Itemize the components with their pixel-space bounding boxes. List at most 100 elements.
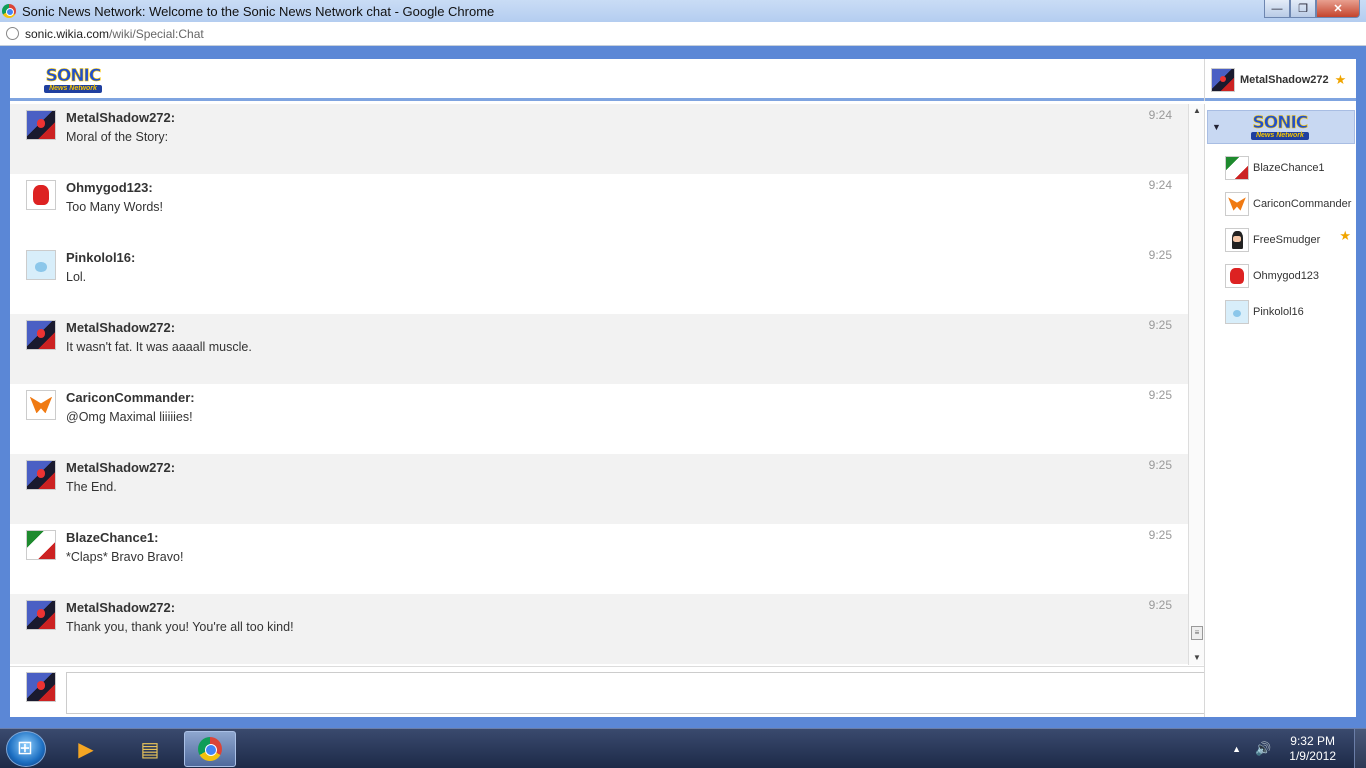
user-list-sidebar: ▼ SONIC News Network BlazeChance1 Carico… (1204, 104, 1356, 717)
sonic-news-network-logo[interactable]: SONIC News Network (44, 67, 102, 93)
room-header[interactable]: ▼ SONIC News Network (1207, 110, 1355, 144)
star-icon: ★ (1339, 228, 1351, 243)
avatar[interactable] (26, 530, 56, 560)
message-username[interactable]: MetalShadow272: (66, 320, 252, 336)
chat-message: MetalShadow272: The End. 9:25 (10, 454, 1188, 524)
chat-message: CariconCommander: @Omg Maximal liiiiies!… (10, 384, 1188, 454)
message-username[interactable]: BlazeChance1: (66, 530, 183, 546)
system-tray: ▲ 🔊 9:32 PM 1/9/2012 (1232, 729, 1366, 768)
avatar[interactable] (26, 600, 56, 630)
avatar (26, 672, 56, 702)
window-title-bar: Sonic News Network: Welcome to the Sonic… (0, 0, 1366, 22)
message-text: @Omg Maximal liiiiies! (66, 410, 193, 424)
message-time: 9:24 (1148, 178, 1172, 192)
avatar (1211, 68, 1235, 92)
url-domain: sonic.wikia.com (25, 26, 110, 41)
chat-message: BlazeChance1: *Claps* Bravo Bravo! 9:25 (10, 524, 1188, 594)
user-name: FreeSmudger (1253, 234, 1321, 246)
avatar (1225, 156, 1249, 180)
clock[interactable]: 9:32 PM 1/9/2012 (1289, 734, 1336, 764)
chrome-icon (2, 4, 16, 18)
window-controls: — ❐ ✕ (1264, 0, 1360, 18)
volume-icon[interactable]: 🔊 (1255, 741, 1271, 757)
star-icon: ★ (1334, 72, 1347, 87)
sonic-news-network-logo: SONIC News Network (1250, 113, 1309, 140)
message-text: Lol. (66, 270, 87, 284)
scroll-thumb[interactable]: ≡ (1191, 626, 1203, 640)
avatar[interactable] (26, 110, 56, 140)
user-name: Ohmygod123 (1253, 270, 1320, 282)
chrome-icon (198, 737, 222, 761)
close-button[interactable]: ✕ (1316, 0, 1360, 18)
avatar[interactable] (26, 250, 56, 280)
avatar[interactable] (26, 180, 56, 210)
user-list-item[interactable]: Ohmygod123 (1205, 258, 1357, 294)
message-text: Moral of the Story: (66, 130, 169, 144)
chrome-taskbar-button[interactable] (184, 731, 236, 767)
window-title: Sonic News Network: Welcome to the Sonic… (22, 3, 495, 19)
folder-icon[interactable]: ▤ (124, 731, 176, 767)
user-list-item[interactable]: CariconCommander (1205, 186, 1357, 222)
message-username[interactable]: Pinkolol16: (66, 250, 135, 266)
collapse-triangle-icon[interactable]: ▼ (1212, 122, 1221, 132)
page-icon (6, 27, 19, 40)
message-username[interactable]: CariconCommander: (66, 390, 195, 406)
message-time: 9:25 (1148, 388, 1172, 402)
avatar[interactable] (26, 460, 56, 490)
message-time: 9:25 (1148, 458, 1172, 472)
avatar[interactable] (26, 320, 56, 350)
url-text[interactable]: sonic.wikia.com/wiki/Special:Chat (25, 27, 204, 41)
user-list-item[interactable]: BlazeChance1 (1205, 150, 1357, 186)
scroll-up-icon[interactable]: ▲ (1189, 104, 1205, 118)
chat-frame: SONIC News Network MetalShadow272 ★ Meta… (10, 59, 1356, 717)
start-button[interactable] (6, 731, 46, 767)
user-name: BlazeChance1 (1253, 162, 1325, 174)
message-time: 9:25 (1148, 318, 1172, 332)
chat-message: MetalShadow272: It wasn't fat. It was aa… (10, 314, 1188, 384)
user-list-item[interactable]: FreeSmudger ★ (1205, 222, 1357, 258)
avatar (1225, 264, 1249, 288)
chat-message: MetalShadow272: Moral of the Story: 9:24 (10, 104, 1188, 174)
chat-message: Pinkolol16: Lol. 9:25 (10, 244, 1188, 314)
avatar[interactable] (26, 390, 56, 420)
message-username[interactable]: Ohmygod123: (66, 180, 163, 196)
message-time: 9:25 (1148, 248, 1172, 262)
message-composer (10, 666, 1205, 717)
logo-line2: News Network (44, 85, 102, 93)
tray-arrow-icon[interactable]: ▲ (1232, 744, 1241, 754)
logo-line1: SONIC (1252, 113, 1308, 133)
chat-input[interactable] (66, 672, 1205, 714)
taskbar: ▶ ▤ ▲ 🔊 9:32 PM 1/9/2012 (0, 728, 1366, 768)
message-time: 9:25 (1148, 598, 1172, 612)
message-text: *Claps* Bravo Bravo! (66, 550, 184, 564)
user-name: CariconCommander (1253, 198, 1352, 210)
message-list: MetalShadow272: Moral of the Story: 9:24… (10, 104, 1188, 665)
message-username[interactable]: MetalShadow272: (66, 460, 175, 476)
scroll-down-icon[interactable]: ▼ (1189, 651, 1205, 665)
chat-message: MetalShadow272: Thank you, thank you! Yo… (10, 594, 1188, 664)
user-list-item[interactable]: Pinkolol16 (1205, 294, 1357, 330)
clock-date: 1/9/2012 (1289, 749, 1336, 763)
address-bar[interactable]: sonic.wikia.com/wiki/Special:Chat (0, 22, 1366, 46)
message-text: It wasn't fat. It was aaaall muscle. (66, 340, 252, 354)
message-username[interactable]: MetalShadow272: (66, 600, 294, 616)
logo-line2: News Network (1250, 132, 1309, 140)
show-desktop-button[interactable] (1354, 729, 1366, 768)
maximize-button[interactable]: ❐ (1290, 0, 1316, 18)
current-user[interactable]: MetalShadow272 ★ (1204, 59, 1356, 101)
message-text: Too Many Words! (66, 200, 164, 214)
message-scrollbar[interactable]: ▲ ≡ ▼ (1188, 104, 1204, 665)
avatar (1225, 300, 1249, 324)
avatar (1225, 228, 1249, 252)
message-text: The End. (66, 480, 117, 494)
avatar (1225, 192, 1249, 216)
media-player-icon[interactable]: ▶ (60, 731, 112, 767)
clock-time: 9:32 PM (1290, 734, 1335, 748)
message-time: 9:24 (1148, 108, 1172, 122)
chat-header: SONIC News Network MetalShadow272 ★ (10, 59, 1356, 101)
message-username[interactable]: MetalShadow272: (66, 110, 175, 126)
current-user-name: MetalShadow272 (1240, 74, 1329, 86)
message-text: Thank you, thank you! You're all too kin… (66, 620, 294, 634)
logo-line1: SONIC (45, 66, 101, 86)
minimize-button[interactable]: — (1264, 0, 1290, 18)
